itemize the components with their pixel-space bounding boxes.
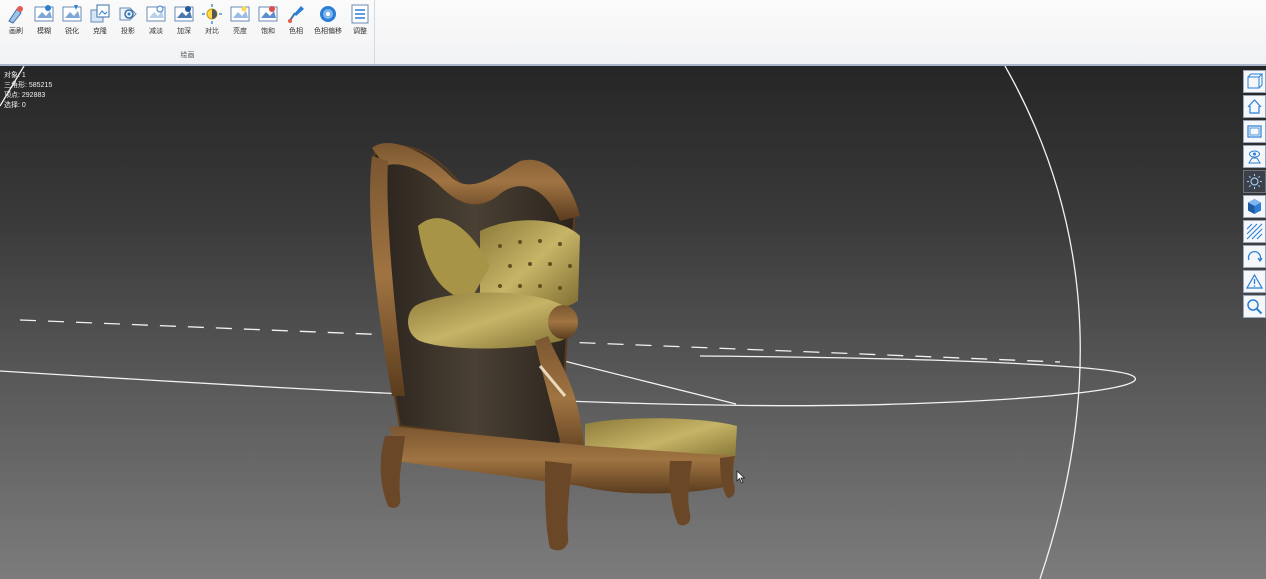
vertex-count: 顶点: 292883 (4, 92, 46, 99)
warning-button[interactable] (1243, 270, 1266, 293)
tool-label: 调整 (353, 28, 367, 35)
paint-tools: 画刷 模糊 锐化 克隆 投影 减淡 加深 对比 亮度 饱和 色相 色相偏移 调整 (2, 3, 374, 43)
orbit-button[interactable] (1243, 245, 1266, 268)
scene-canvas[interactable] (0, 66, 1266, 579)
tool-label: 对比 (205, 28, 219, 35)
brightness-tool-button[interactable]: 亮度 (226, 3, 254, 43)
tool-label: 亮度 (233, 28, 247, 35)
mouse-cursor-icon (736, 470, 746, 484)
light-icon (1247, 174, 1262, 189)
brightness-icon (230, 6, 250, 22)
wireframe-hatch-icon (1246, 223, 1263, 240)
chair-model[interactable] (370, 143, 737, 551)
frame-view-icon (1247, 125, 1262, 138)
dodge-icon (146, 5, 166, 22)
tool-label: 克隆 (93, 28, 107, 35)
shaded-cube-icon (1248, 199, 1261, 214)
projection-tool-button[interactable]: 投影 (114, 3, 142, 43)
tool-label: 模糊 (37, 28, 51, 35)
zoom-icon (1247, 299, 1263, 315)
paint-tool-group: 画刷 模糊 锐化 克隆 投影 减淡 加深 对比 亮度 饱和 色相 色相偏移 调整… (0, 0, 375, 64)
burn-tool-button[interactable]: 加深 (170, 3, 198, 43)
blur-icon (34, 5, 54, 22)
sharpen-icon (62, 5, 82, 22)
brush-tool-button[interactable]: 画刷 (2, 3, 30, 43)
scene-stats: 对象: 1 三角形: 585215 顶点: 292883 选择: 0 (4, 71, 52, 111)
zoom-button[interactable] (1243, 295, 1266, 318)
home-view-button[interactable] (1243, 95, 1266, 118)
wireframe-mode-button[interactable] (1243, 220, 1266, 243)
burn-icon (174, 6, 194, 22)
dodge-tool-button[interactable]: 减淡 (142, 3, 170, 43)
clone-icon (90, 4, 110, 23)
tool-label: 减淡 (149, 28, 163, 35)
contrast-tool-button[interactable]: 对比 (198, 3, 226, 43)
camera-view-icon (1248, 150, 1261, 164)
orbit-icon (1247, 250, 1263, 263)
warning-icon (1246, 273, 1263, 289)
brush-icon (8, 6, 23, 24)
adjust-tool-button[interactable]: 调整 (346, 3, 374, 43)
blur-tool-button[interactable]: 模糊 (30, 3, 58, 43)
camera-view-button[interactable] (1243, 145, 1266, 168)
home-view-icon (1247, 99, 1262, 114)
light-toggle-button[interactable] (1243, 170, 1266, 193)
hue-shift-icon (320, 6, 336, 22)
sharpen-tool-button[interactable]: 锐化 (58, 3, 86, 43)
tool-label: 色相偏移 (314, 28, 342, 35)
ribbon-toolbar: 画刷 模糊 锐化 克隆 投影 减淡 加深 对比 亮度 饱和 色相 色相偏移 调整… (0, 0, 1266, 66)
tool-label: 色相 (289, 28, 303, 35)
object-count: 对象: 1 (4, 72, 26, 79)
saturation-icon (258, 6, 278, 22)
shaded-mode-button[interactable] (1243, 195, 1266, 218)
adjust-icon (351, 4, 369, 24)
view-tools-column (1243, 70, 1266, 320)
hue-shift-tool-button[interactable]: 色相偏移 (310, 3, 346, 43)
saturation-tool-button[interactable]: 饱和 (254, 3, 282, 43)
selection-count: 选择: 0 (4, 102, 26, 109)
perspective-view-button[interactable] (1243, 70, 1266, 93)
frame-view-button[interactable] (1243, 120, 1266, 143)
hue-tool-button[interactable]: 色相 (282, 3, 310, 43)
projection-icon (119, 7, 137, 21)
tool-label: 画刷 (9, 28, 23, 35)
tool-label: 投影 (121, 28, 135, 35)
perspective-view-icon (1247, 73, 1263, 89)
tool-label: 饱和 (261, 28, 275, 35)
triangle-count: 三角形: 585215 (4, 82, 53, 89)
hue-icon (288, 6, 304, 23)
3d-viewport[interactable]: 对象: 1 三角形: 585215 顶点: 292883 选择: 0 (0, 66, 1266, 579)
tool-label: 加深 (177, 28, 191, 35)
tool-group-label: 绘画 (180, 52, 195, 59)
tool-label: 锐化 (65, 28, 79, 35)
clone-tool-button[interactable]: 克隆 (86, 3, 114, 43)
contrast-icon (202, 4, 222, 24)
